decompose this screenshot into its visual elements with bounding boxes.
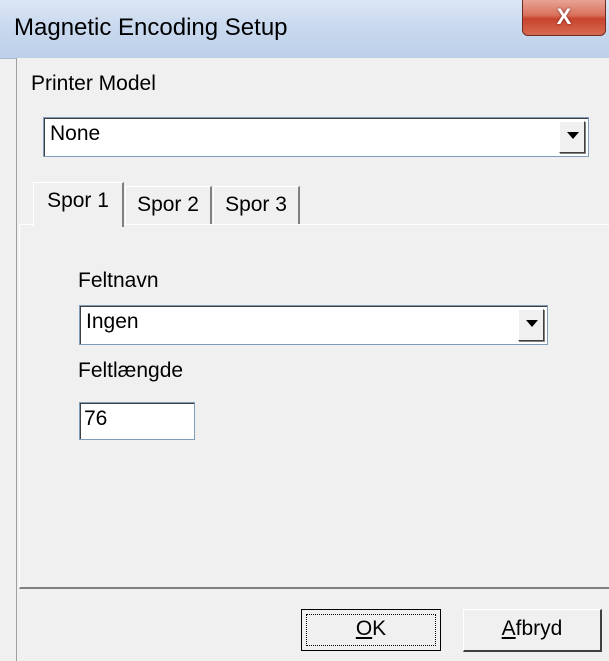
- field-name-label: Feltnavn: [78, 269, 159, 292]
- field-length-label: Feltlængde: [78, 359, 184, 382]
- tab-spor-1-label: Spor 1: [47, 189, 109, 212]
- field-length-input[interactable]: 76: [79, 402, 195, 440]
- title-bar: Magnetic Encoding Setup X: [0, 0, 609, 59]
- ok-button-label: OK: [302, 617, 440, 641]
- tab-panel: Feltnavn Ingen Feltlængde 76: [19, 224, 609, 589]
- cancel-button[interactable]: Afbryd: [463, 609, 602, 652]
- cancel-button-label: Afbryd: [464, 617, 600, 641]
- tab-spor-3[interactable]: Spor 3: [213, 186, 300, 225]
- field-name-value: Ingen: [86, 310, 139, 333]
- field-name-combobox[interactable]: Ingen: [79, 305, 548, 345]
- chevron-down-icon[interactable]: [559, 121, 585, 153]
- cancel-rest: fbryd: [515, 617, 563, 640]
- printer-model-combobox[interactable]: None: [43, 117, 589, 157]
- cancel-mnemonic: A: [501, 617, 516, 640]
- field-length-value: 76: [84, 407, 108, 430]
- dialog-client: Printer Model None Spor 1 Spor 2 Spor 3 …: [16, 58, 609, 661]
- chevron-down-icon[interactable]: [518, 309, 544, 341]
- close-icon: X: [556, 4, 572, 29]
- tab-spor-3-label: Spor 3: [225, 193, 287, 216]
- ok-button[interactable]: OK: [301, 609, 441, 651]
- tab-spor-2[interactable]: Spor 2: [125, 186, 212, 225]
- tab-spor-2-label: Spor 2: [137, 193, 199, 216]
- printer-model-value: None: [50, 122, 101, 145]
- ok-mnemonic: O: [355, 617, 373, 640]
- tab-spor-1[interactable]: Spor 1: [33, 182, 124, 227]
- ok-rest: K: [372, 617, 387, 640]
- printer-model-label: Printer Model: [31, 72, 156, 95]
- close-button[interactable]: X: [522, 0, 606, 36]
- window-title: Magnetic Encoding Setup: [14, 14, 288, 41]
